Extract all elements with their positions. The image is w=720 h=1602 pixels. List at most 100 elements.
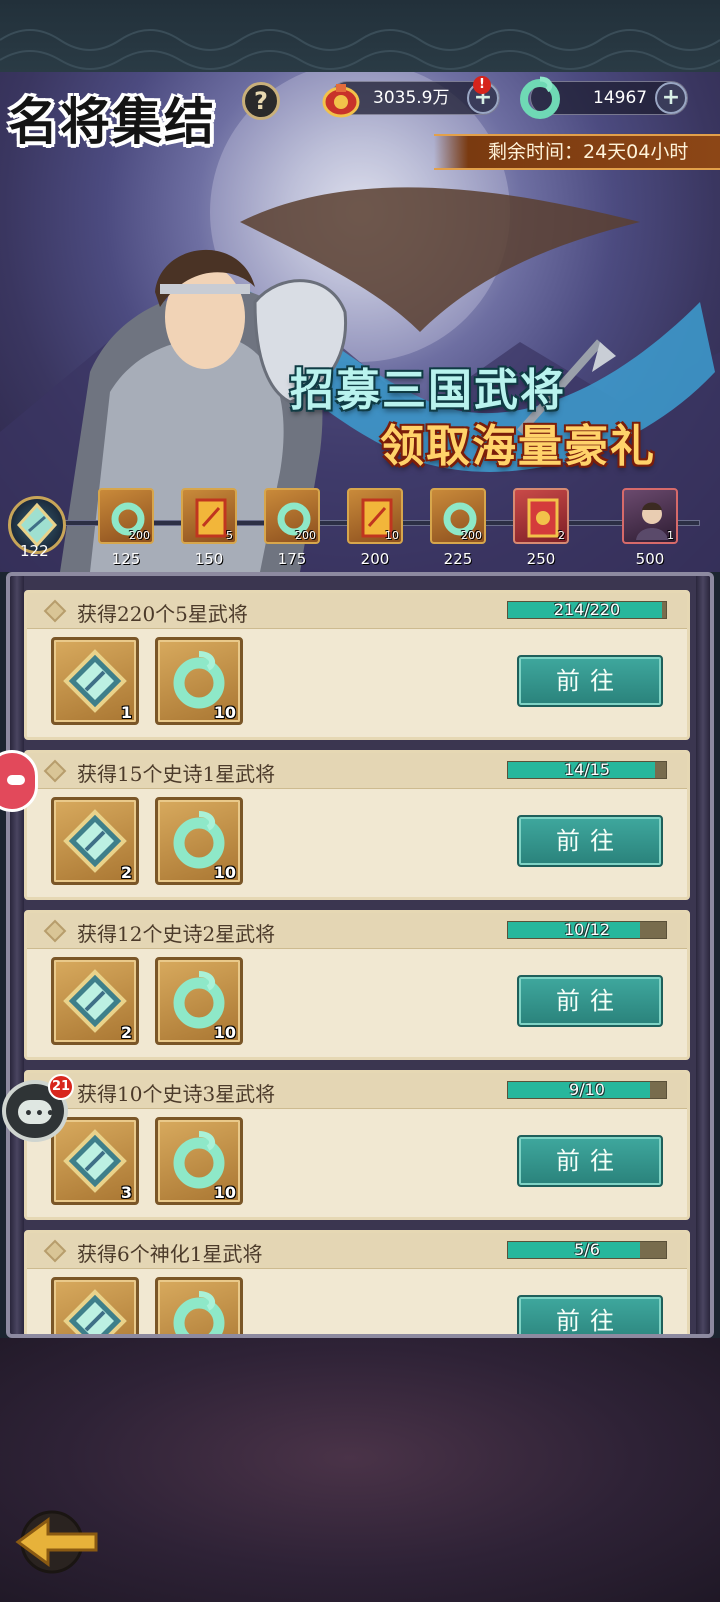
milestone-reward-175[interactable]: 200 bbox=[264, 488, 320, 544]
milestone-reward-count: 1 bbox=[667, 529, 674, 542]
reward-slot[interactable]: 2 bbox=[51, 957, 139, 1045]
gold-alert-badge: ! bbox=[473, 76, 491, 94]
goto-button[interactable]: 前往 bbox=[517, 1135, 663, 1187]
wave-pattern bbox=[0, 29, 720, 70]
milestone-reward-count: 200 bbox=[295, 529, 316, 542]
task-list[interactable]: 获得220个5星武将 214/220 1 10 前往 获得15个史诗1星武将 14/15 2 1… bbox=[24, 590, 690, 1334]
reward-count: 10 bbox=[213, 703, 236, 722]
task-header: 获得10个史诗3星武将 9/10 bbox=[27, 1073, 687, 1109]
task-title: 获得220个5星武将 bbox=[77, 602, 248, 626]
reward-slot[interactable] bbox=[51, 1277, 139, 1334]
jade-add-button[interactable]: + bbox=[655, 82, 687, 114]
reward-slot[interactable]: 10 bbox=[155, 957, 243, 1045]
task-header: 获得12个史诗2星武将 10/12 bbox=[27, 913, 687, 949]
task-progress-text: 10/12 bbox=[563, 920, 611, 939]
task-card: 获得15个史诗1星武将 14/15 2 10 前往 bbox=[24, 750, 690, 900]
help-button[interactable]: ? bbox=[242, 82, 280, 120]
token-badge-icon bbox=[63, 969, 127, 1033]
milestone-threshold: 250 bbox=[526, 550, 556, 568]
task-progress-bar: 10/12 bbox=[507, 920, 667, 939]
slogan-line1: 招募三国武将 bbox=[290, 365, 566, 416]
milestone-reward-count: 200 bbox=[461, 529, 482, 542]
task-progress-text: 214/220 bbox=[553, 600, 621, 619]
diamond-icon bbox=[43, 599, 67, 623]
milestone-threshold: 175 bbox=[277, 550, 307, 568]
task-header: 获得220个5星武将 214/220 bbox=[27, 593, 687, 629]
jade-ring-icon bbox=[173, 1291, 225, 1334]
reward-count: 10 bbox=[213, 1023, 236, 1042]
goto-button[interactable]: 前往 bbox=[517, 1295, 663, 1334]
milestone-reward-150[interactable]: 5 bbox=[181, 488, 237, 544]
back-arrow-icon[interactable] bbox=[12, 1506, 102, 1576]
slogan-line2: 领取海量豪礼 bbox=[380, 421, 656, 472]
title-area: 名将集结 ? bbox=[0, 72, 320, 192]
reward-slot[interactable]: 10 bbox=[155, 1117, 243, 1205]
gold-currency: 3035.9万 + ! bbox=[322, 76, 500, 118]
reward-count: 2 bbox=[120, 1023, 132, 1042]
reward-count: 10 bbox=[213, 1183, 236, 1202]
task-card: 获得6个神化1星武将 5/6 前往 bbox=[24, 1230, 690, 1334]
task-progress-bar: 214/220 bbox=[507, 600, 667, 619]
jade-currency: 14967 + bbox=[520, 76, 688, 119]
panel-right-rail bbox=[696, 576, 710, 1334]
reward-count: 3 bbox=[120, 1183, 132, 1202]
task-title: 获得15个史诗1星武将 bbox=[77, 762, 276, 786]
reward-count: 10 bbox=[213, 863, 236, 882]
milestone-threshold: 225 bbox=[443, 550, 473, 568]
task-progress-bar: 14/15 bbox=[507, 760, 667, 779]
milestone-reward-count: 5 bbox=[226, 529, 233, 542]
bottom-background bbox=[0, 1338, 720, 1602]
milestone-reward-200[interactable]: 10 bbox=[347, 488, 403, 544]
current-points: 122 bbox=[20, 542, 49, 560]
task-progress-bar: 9/10 bbox=[507, 1080, 667, 1099]
task-header: 获得15个史诗1星武将 14/15 bbox=[27, 753, 687, 789]
goto-button[interactable]: 前往 bbox=[517, 815, 663, 867]
token-badge-icon bbox=[63, 1289, 127, 1334]
goto-button[interactable]: 前往 bbox=[517, 975, 663, 1027]
reward-slot[interactable]: 1 bbox=[51, 637, 139, 725]
task-card: 获得10个史诗3星武将 9/10 3 10 前往 bbox=[24, 1070, 690, 1220]
reward-count: 1 bbox=[120, 703, 132, 722]
panel-left-rail bbox=[10, 576, 24, 1334]
milestone-reward-count: 200 bbox=[129, 529, 150, 542]
token-badge-icon bbox=[63, 1129, 127, 1193]
milestone-reward-250[interactable]: 2 bbox=[513, 488, 569, 544]
diamond-icon bbox=[43, 759, 67, 783]
event-timer: 剩余时间：24天04小时 bbox=[434, 134, 720, 170]
task-progress-text: 14/15 bbox=[563, 760, 611, 779]
milestone-reward-count: 10 bbox=[385, 529, 399, 542]
milestone-threshold: 500 bbox=[635, 550, 665, 568]
milestone-reward-count: 2 bbox=[558, 529, 565, 542]
milestone-track: 122 200 125 5 150 200 175 10 200 200 225 2 250 1 500 bbox=[0, 478, 720, 570]
milestone-reward-500[interactable]: 1 bbox=[622, 488, 678, 544]
reward-slot[interactable]: 3 bbox=[51, 1117, 139, 1205]
milestone-threshold: 150 bbox=[194, 550, 224, 568]
task-progress-text: 9/10 bbox=[569, 1080, 605, 1099]
page-title: 名将集结 bbox=[8, 92, 216, 151]
task-card: 获得12个史诗2星武将 10/12 2 10 前往 bbox=[24, 910, 690, 1060]
gold-value: 3035.9万 bbox=[373, 88, 450, 108]
jade-ring-icon bbox=[520, 76, 560, 119]
reward-slot[interactable]: 10 bbox=[155, 637, 243, 725]
task-header: 获得6个神化1星武将 5/6 bbox=[27, 1233, 687, 1269]
reward-count: 2 bbox=[120, 863, 132, 882]
chat-unread-badge: 21 bbox=[48, 1074, 74, 1100]
token-badge-icon bbox=[63, 649, 127, 713]
task-panel: 获得220个5星武将 214/220 1 10 前往 获得15个史诗1星武将 14/15 2 1… bbox=[6, 572, 714, 1338]
reward-slot[interactable]: 10 bbox=[155, 797, 243, 885]
task-title: 获得6个神化1星武将 bbox=[77, 1242, 263, 1266]
milestone-threshold: 200 bbox=[360, 550, 390, 568]
goto-button[interactable]: 前往 bbox=[517, 655, 663, 707]
milestone-reward-125[interactable]: 200 bbox=[98, 488, 154, 544]
gold-pouch-icon bbox=[322, 84, 360, 118]
reward-slot[interactable] bbox=[155, 1277, 243, 1334]
task-title: 获得12个史诗2星武将 bbox=[77, 922, 276, 946]
diamond-icon bbox=[43, 919, 67, 943]
task-card: 获得220个5星武将 214/220 1 10 前往 bbox=[24, 590, 690, 740]
token-badge-icon bbox=[63, 809, 127, 873]
milestone-threshold: 125 bbox=[111, 550, 141, 568]
task-progress-bar: 5/6 bbox=[507, 1240, 667, 1259]
milestone-reward-225[interactable]: 200 bbox=[430, 488, 486, 544]
reward-slot[interactable]: 2 bbox=[51, 797, 139, 885]
task-progress-text: 5/6 bbox=[574, 1240, 600, 1259]
